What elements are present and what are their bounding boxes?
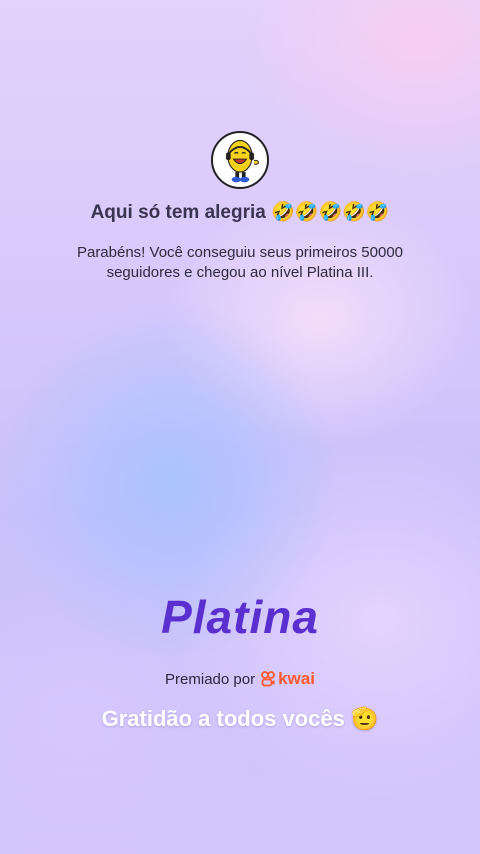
awarded-by-label: Premiado por (165, 670, 256, 688)
laughing-character-icon (226, 139, 260, 183)
achievement-screen: Aqui só tem alegria 🤣🤣🤣🤣🤣 Parabéns! Você… (0, 0, 480, 854)
kwai-logo-icon (261, 671, 275, 687)
post-title: Aqui só tem alegria 🤣🤣🤣🤣🤣 (90, 202, 390, 223)
caption-text: Gratidão a todos vocês 🫡 (101, 706, 379, 731)
achievement-description: Parabéns! Você conseguiu seus primeiros … (76, 244, 404, 281)
kwai-wordmark: kwai (278, 669, 315, 688)
tier-label: Platina (161, 591, 319, 643)
kwai-logo: kwai (261, 669, 315, 689)
avatar[interactable] (211, 131, 269, 189)
awarded-by: Premiado por kwai (0, 668, 480, 690)
